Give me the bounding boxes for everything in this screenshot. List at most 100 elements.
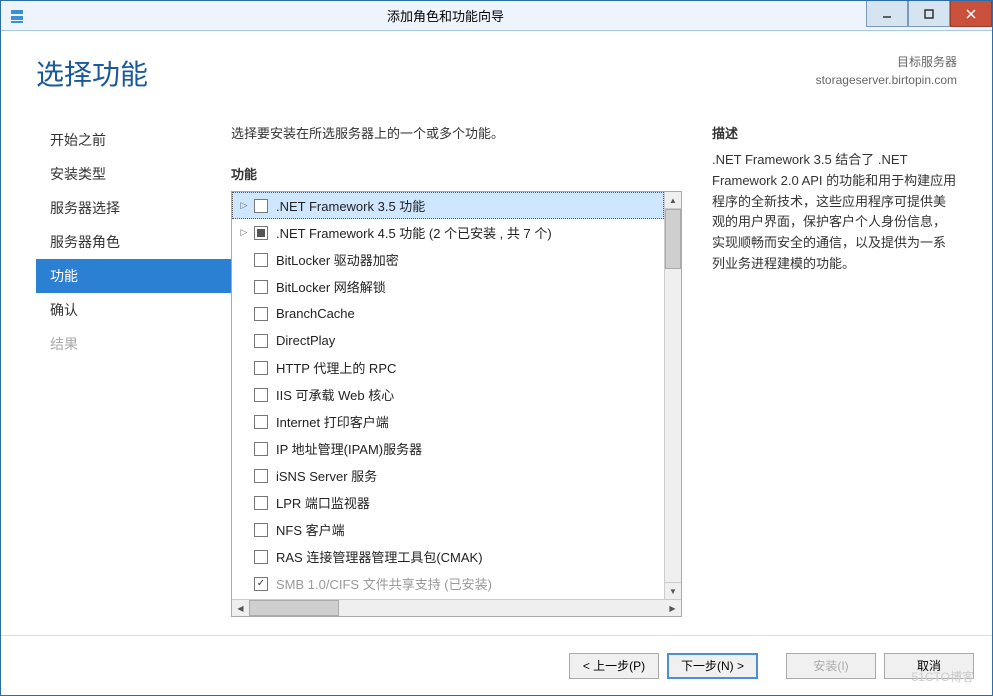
sidebar-item-1[interactable]: 安装类型 — [36, 157, 231, 191]
feature-row[interactable]: SMB 1.0/CIFS 文件共享支持 (已安装) — [232, 570, 664, 597]
expander-icon — [238, 551, 250, 563]
feature-checkbox[interactable] — [254, 253, 268, 267]
horizontal-scrollbar[interactable]: ◀ ▶ — [232, 599, 681, 616]
feature-checkbox[interactable] — [254, 388, 268, 402]
expander-icon — [238, 335, 250, 347]
next-button[interactable]: 下一步(N) > — [667, 653, 758, 679]
sidebar-item-5[interactable]: 确认 — [36, 293, 231, 327]
hscroll-thumb[interactable] — [249, 600, 339, 616]
feature-row[interactable]: LPR 端口监视器 — [232, 489, 664, 516]
server-manager-icon — [9, 8, 25, 24]
feature-checkbox[interactable] — [254, 496, 268, 510]
feature-label: NFS 客户端 — [276, 520, 345, 539]
destination-server: storageserver.birtopin.com — [816, 71, 957, 89]
feature-label: BitLocker 驱动器加密 — [276, 250, 399, 269]
feature-checkbox[interactable] — [254, 550, 268, 564]
previous-button[interactable]: < 上一步(P) — [569, 653, 659, 679]
feature-row[interactable]: ▷ .NET Framework 3.5 功能 — [232, 192, 664, 219]
wizard-footer: < 上一步(P) 下一步(N) > 安装(I) 取消 — [1, 635, 992, 695]
features-section-label: 功能 — [231, 164, 682, 183]
expander-icon[interactable]: ▷ — [238, 200, 250, 212]
window-title: 添加角色和功能向导 — [25, 6, 866, 25]
expander-icon — [238, 443, 250, 455]
scroll-down-button[interactable]: ▼ — [665, 582, 681, 599]
feature-checkbox[interactable] — [254, 577, 268, 591]
feature-row[interactable]: RAS 连接管理器管理工具包(CMAK) — [232, 543, 664, 570]
feature-checkbox[interactable] — [254, 415, 268, 429]
feature-checkbox[interactable] — [254, 307, 268, 321]
feature-row[interactable]: HTTP 代理上的 RPC — [232, 354, 664, 381]
scroll-right-button[interactable]: ▶ — [664, 600, 681, 616]
expander-icon — [238, 389, 250, 401]
feature-label: SMB 1.0/CIFS 文件共享支持 (已安装) — [276, 574, 492, 593]
destination-label: 目标服务器 — [816, 53, 957, 71]
feature-checkbox[interactable] — [254, 334, 268, 348]
feature-row[interactable]: IIS 可承载 Web 核心 — [232, 381, 664, 408]
scroll-up-button[interactable]: ▲ — [665, 192, 681, 209]
vertical-scrollbar[interactable]: ▲ ▼ — [664, 192, 681, 599]
feature-row[interactable]: BitLocker 驱动器加密 — [232, 246, 664, 273]
watermark: 51CTO博客 — [912, 668, 974, 685]
expander-icon[interactable]: ▷ — [238, 227, 250, 239]
feature-row[interactable]: Internet 打印客户端 — [232, 408, 664, 435]
feature-label: IIS 可承载 Web 核心 — [276, 385, 394, 404]
feature-label: .NET Framework 4.5 功能 (2 个已安装 , 共 7 个) — [276, 223, 552, 242]
feature-row[interactable]: iSNS Server 服务 — [232, 462, 664, 489]
feature-label: iSNS Server 服务 — [276, 466, 377, 485]
wizard-window: 添加角色和功能向导 选择功能 目标服务器 storageserver.birto… — [0, 0, 993, 696]
feature-checkbox[interactable] — [254, 280, 268, 294]
sidebar-item-2[interactable]: 服务器选择 — [36, 191, 231, 225]
sidebar-item-3[interactable]: 服务器角色 — [36, 225, 231, 259]
scroll-track[interactable] — [665, 269, 681, 582]
features-listbox-container: ▷ .NET Framework 3.5 功能 ▷ .NET Framework 4.… — [231, 191, 682, 617]
feature-checkbox[interactable] — [254, 469, 268, 483]
scroll-left-button[interactable]: ◀ — [232, 600, 249, 616]
feature-label: IP 地址管理(IPAM)服务器 — [276, 439, 422, 458]
feature-checkbox[interactable] — [254, 199, 268, 213]
feature-row[interactable]: BitLocker 网络解锁 — [232, 273, 664, 300]
description-text: .NET Framework 3.5 结合了 .NET Framework 2.… — [712, 150, 957, 275]
maximize-button[interactable] — [908, 1, 950, 27]
window-controls — [866, 1, 992, 30]
features-list[interactable]: ▷ .NET Framework 3.5 功能 ▷ .NET Framework 4.… — [232, 192, 664, 599]
feature-checkbox[interactable] — [254, 523, 268, 537]
scroll-thumb[interactable] — [665, 209, 681, 269]
description-section-label: 描述 — [712, 123, 957, 142]
feature-checkbox[interactable] — [254, 361, 268, 375]
destination-info: 目标服务器 storageserver.birtopin.com — [816, 53, 957, 89]
expander-icon — [238, 578, 250, 590]
feature-label: LPR 端口监视器 — [276, 493, 370, 512]
page-title: 选择功能 — [36, 53, 148, 93]
feature-row[interactable]: NFS 客户端 — [232, 516, 664, 543]
feature-row[interactable]: BranchCache — [232, 300, 664, 327]
expander-icon — [238, 416, 250, 428]
close-button[interactable] — [950, 1, 992, 27]
main-row: 开始之前安装类型服务器选择服务器角色功能确认结果 选择要安装在所选服务器上的一个… — [36, 123, 957, 617]
expander-icon — [238, 497, 250, 509]
description-panel: 描述 .NET Framework 3.5 结合了 .NET Framework… — [712, 123, 957, 617]
expander-icon — [238, 308, 250, 320]
feature-label: RAS 连接管理器管理工具包(CMAK) — [276, 547, 483, 566]
install-button: 安装(I) — [786, 653, 876, 679]
sidebar-item-0[interactable]: 开始之前 — [36, 123, 231, 157]
feature-row[interactable]: IP 地址管理(IPAM)服务器 — [232, 435, 664, 462]
expander-icon — [238, 281, 250, 293]
feature-row[interactable]: DirectPlay — [232, 327, 664, 354]
expander-icon — [238, 254, 250, 266]
expander-icon — [238, 362, 250, 374]
feature-label: Internet 打印客户端 — [276, 412, 389, 431]
header-row: 选择功能 目标服务器 storageserver.birtopin.com — [36, 53, 957, 93]
feature-label: BranchCache — [276, 306, 355, 321]
hscroll-track[interactable] — [339, 600, 664, 616]
titlebar: 添加角色和功能向导 — [1, 1, 992, 31]
features-listbox: ▷ .NET Framework 3.5 功能 ▷ .NET Framework 4.… — [232, 192, 681, 599]
feature-checkbox[interactable] — [254, 226, 268, 240]
minimize-button[interactable] — [866, 1, 908, 27]
feature-label: DirectPlay — [276, 333, 335, 348]
wizard-sidebar: 开始之前安装类型服务器选择服务器角色功能确认结果 — [36, 123, 231, 617]
feature-label: .NET Framework 3.5 功能 — [276, 196, 425, 215]
feature-row[interactable]: ▷ .NET Framework 4.5 功能 (2 个已安装 , 共 7 个) — [232, 219, 664, 246]
sidebar-item-4[interactable]: 功能 — [36, 259, 231, 293]
expander-icon — [238, 524, 250, 536]
feature-checkbox[interactable] — [254, 442, 268, 456]
